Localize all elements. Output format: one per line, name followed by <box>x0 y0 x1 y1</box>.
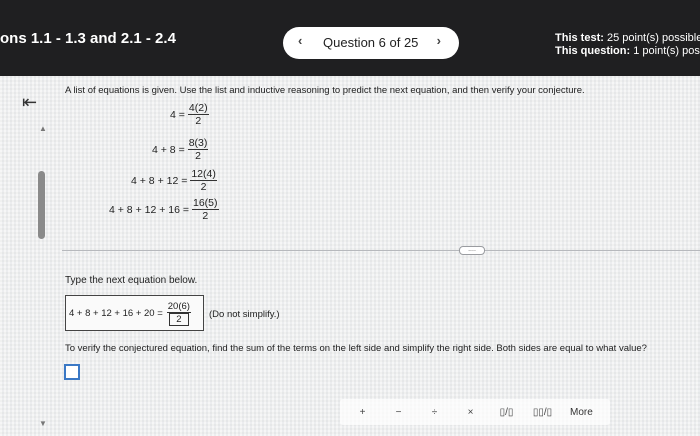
next-equation-answer[interactable]: 4 + 8 + 12 + 16 + 20 = 20(6) 2 <box>65 295 204 331</box>
fraction-numerator: 4(2) <box>187 102 209 115</box>
question-score-value: 1 point(s) poss <box>633 45 700 57</box>
equation-lhs: 4 + 8 + 12 + 16 = <box>109 203 189 216</box>
fraction-numerator: 8(3) <box>187 137 209 150</box>
equation-fraction: 4(2) 2 <box>187 102 209 127</box>
mixed-number-tool-button[interactable]: ▯▯/▯ <box>529 403 556 421</box>
minus-tool-button[interactable]: − <box>385 403 412 421</box>
expand-more-button[interactable]: .... <box>459 246 485 255</box>
answer-denominator-input[interactable]: 2 <box>169 312 189 326</box>
scroll-up-icon[interactable]: ▲ <box>39 124 47 133</box>
answer-input-box[interactable] <box>64 364 80 380</box>
fraction-denominator: 2 <box>195 150 201 162</box>
assignment-title: ons 1.1 - 1.3 and 2.1 - 2.4 <box>0 30 176 47</box>
question-navigator: ‹ Question 6 of 25 › <box>283 27 459 59</box>
equation-1: 4 = 4(2) 2 <box>170 102 209 127</box>
section-divider <box>62 250 700 251</box>
answer-lhs: 4 + 8 + 12 + 16 + 20 = <box>69 307 163 319</box>
equation-fraction: 8(3) 2 <box>187 137 209 162</box>
equation-4: 4 + 8 + 12 + 16 = 16(5) 2 <box>109 197 219 222</box>
answer-fraction: 20(6) 2 <box>166 301 191 326</box>
score-info: This test: 25 point(s) possible This que… <box>555 32 700 58</box>
fraction-numerator: 16(5) <box>192 197 219 210</box>
question-content: ⇤ ▲ ▼ A list of equations is given. Use … <box>0 76 700 436</box>
question-label[interactable]: Question 6 of 25 <box>323 35 418 50</box>
equation-3: 4 + 8 + 12 = 12(4) 2 <box>131 168 217 193</box>
verify-prompt: To verify the conjectured equation, find… <box>65 343 647 354</box>
equation-lhs: 4 + 8 + 12 = <box>131 174 188 187</box>
equation-fraction: 12(4) 2 <box>190 168 217 193</box>
fraction-denominator: 2 <box>202 210 209 222</box>
header-bar: ons 1.1 - 1.3 and 2.1 - 2.4 ‹ Question 6… <box>0 0 700 76</box>
scrollbar-thumb[interactable] <box>38 171 45 239</box>
equation-2: 4 + 8 = 8(3) 2 <box>152 137 209 162</box>
more-tools-button[interactable]: More <box>570 403 593 421</box>
type-next-instruction: Type the next equation below. <box>65 275 198 286</box>
scroll-down-icon[interactable]: ▼ <box>39 419 47 428</box>
test-label: This test: <box>555 32 604 44</box>
answer-numerator-input[interactable]: 20(6) <box>166 301 191 313</box>
next-question-icon[interactable]: › <box>437 33 441 48</box>
fraction-tool-button[interactable]: ▯/▯ <box>493 403 520 421</box>
previous-question-icon[interactable]: ‹ <box>298 33 302 48</box>
collapse-back-icon[interactable]: ⇤ <box>22 92 37 113</box>
problem-prompt: A list of equations is given. Use the li… <box>65 85 585 96</box>
equation-fraction: 16(5) 2 <box>192 197 219 222</box>
fraction-numerator: 12(4) <box>190 168 217 181</box>
question-score-label: This question: <box>555 45 631 57</box>
equation-lhs: 4 + 8 = <box>152 143 185 156</box>
equation-lhs: 4 = <box>170 108 185 121</box>
test-value: 25 point(s) possible <box>606 32 700 44</box>
fraction-denominator: 2 <box>195 115 202 127</box>
simplify-note: (Do not simplify.) <box>209 309 280 320</box>
divide-tool-button[interactable]: ÷ <box>421 403 448 421</box>
multiply-tool-button[interactable]: × <box>457 403 484 421</box>
math-toolbar: + − ÷ × ▯/▯ ▯▯/▯ More <box>340 399 610 425</box>
fraction-denominator: 2 <box>200 181 207 193</box>
plus-tool-button[interactable]: + <box>349 403 376 421</box>
